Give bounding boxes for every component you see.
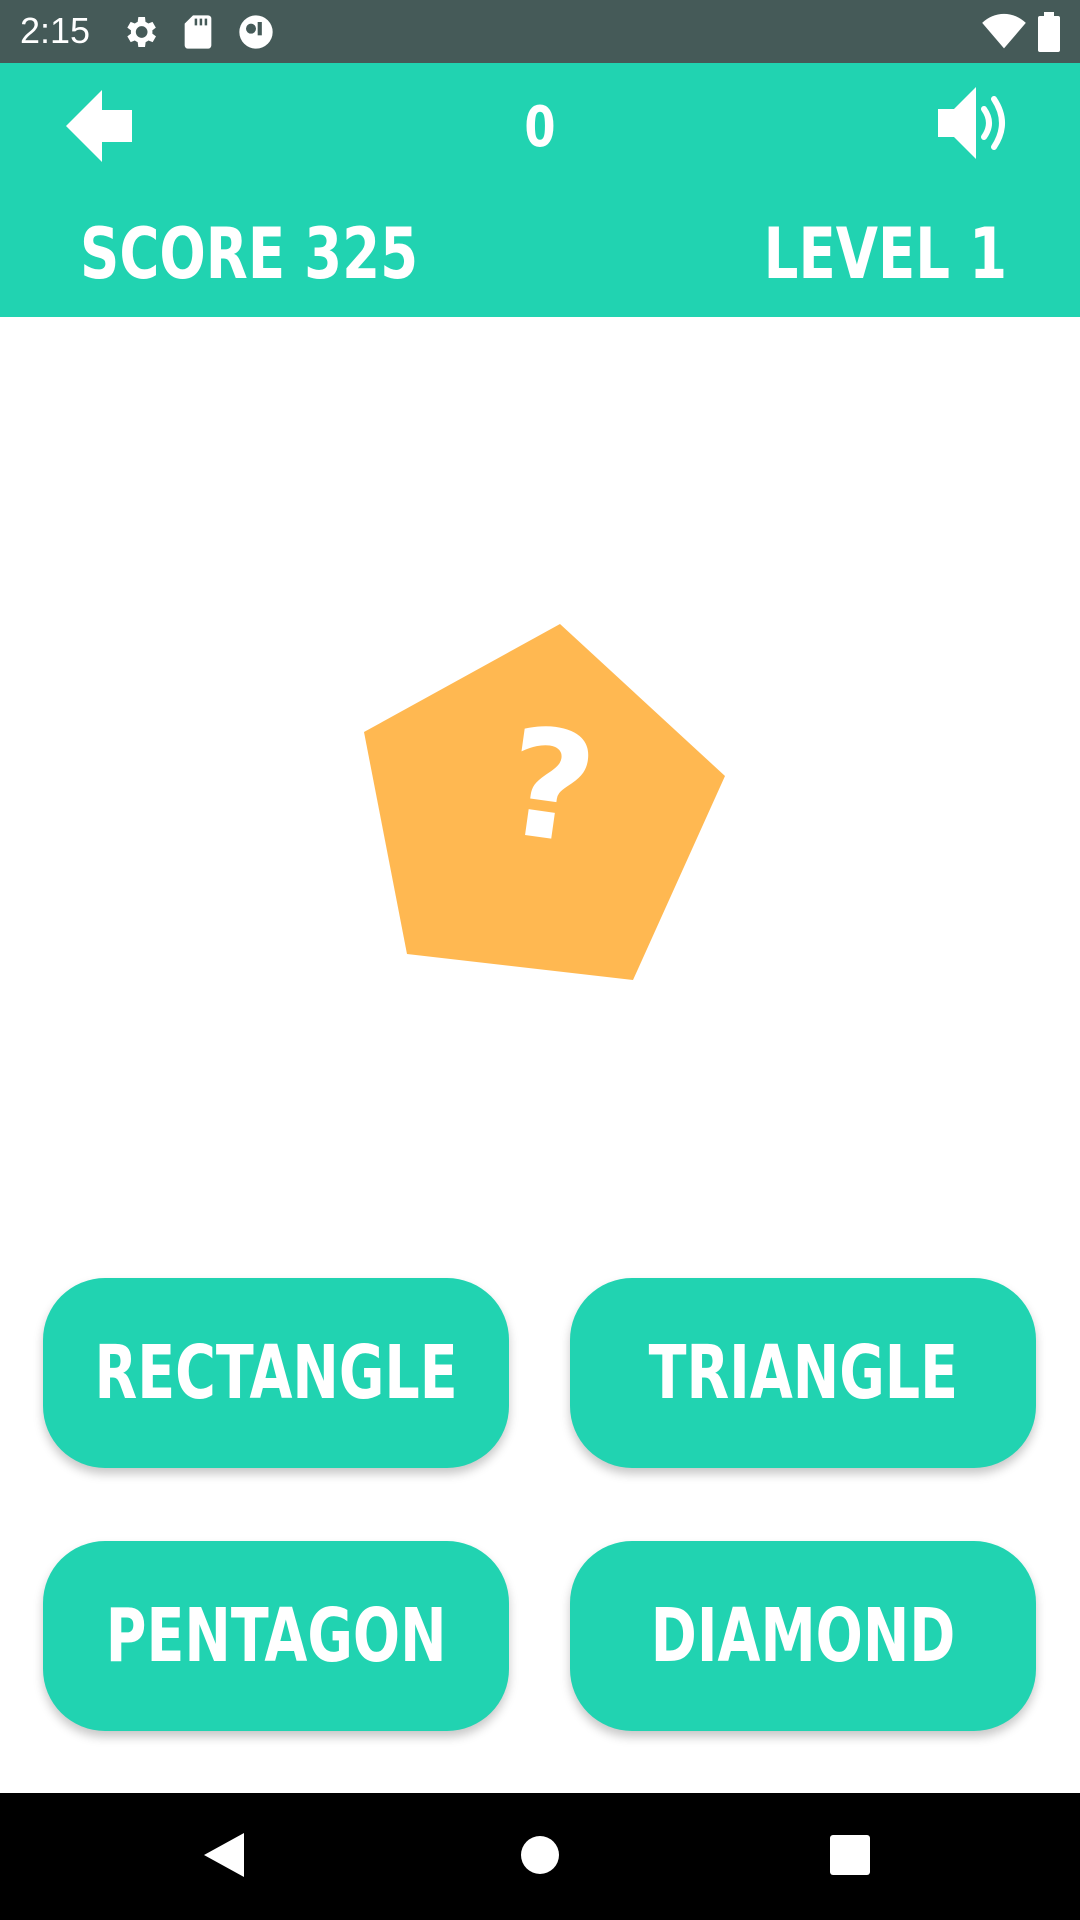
answer-button-pentagon[interactable]: PENTAGON — [43, 1541, 509, 1731]
system-nav-bar — [0, 1793, 1080, 1920]
nav-home-button[interactable] — [520, 1835, 560, 1875]
back-button[interactable] — [66, 90, 136, 162]
question-mark: ? — [494, 694, 606, 880]
app-notification-icon — [236, 12, 276, 52]
answer-label: DIAMOND — [650, 1593, 956, 1679]
speaker-icon — [938, 87, 1005, 159]
status-time: 2:15 — [20, 10, 91, 51]
gear-icon — [120, 12, 160, 52]
nav-recents-button[interactable] — [830, 1835, 870, 1875]
level-label: LEVEL 1 — [763, 213, 1007, 295]
sd-card-icon — [178, 12, 218, 52]
answer-button-diamond[interactable]: DIAMOND — [570, 1541, 1036, 1731]
game-header: 0 SCORE 325 LEVEL 1 — [0, 63, 1080, 317]
arrow-left-icon — [66, 90, 132, 162]
status-bar: 2:15 — [0, 0, 1080, 63]
answer-label: TRIANGLE — [648, 1330, 958, 1416]
answer-button-triangle[interactable]: TRIANGLE — [570, 1278, 1036, 1468]
answer-label: RECTANGLE — [94, 1330, 458, 1416]
answer-label: PENTAGON — [105, 1593, 447, 1679]
wifi-icon — [982, 12, 1026, 52]
question-shape: ? — [340, 600, 760, 1010]
answer-button-rectangle[interactable]: RECTANGLE — [43, 1278, 509, 1468]
recents-square-icon — [830, 1835, 870, 1875]
battery-icon — [1038, 12, 1060, 52]
question-counter: 0 — [524, 95, 556, 160]
sound-button[interactable] — [938, 85, 1012, 161]
score-label: SCORE 325 — [80, 213, 419, 295]
nav-back-button[interactable] — [204, 1833, 244, 1877]
home-circle-icon — [521, 1836, 559, 1874]
back-triangle-icon — [204, 1833, 244, 1877]
